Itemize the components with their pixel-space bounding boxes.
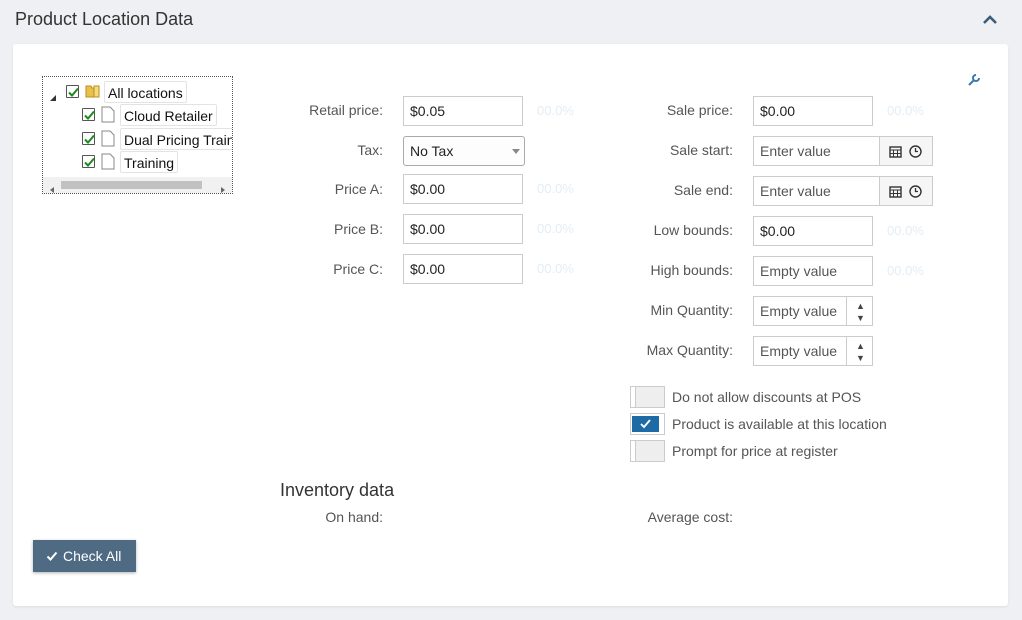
panel-title: Product Location Data — [15, 9, 194, 29]
check-all-button[interactable]: Check All — [33, 540, 136, 572]
panel-header: Product Location Data — [0, 0, 1022, 42]
sale-start-input[interactable]: Enter value — [753, 136, 880, 166]
tree-checkbox[interactable] — [82, 155, 95, 168]
min-quantity-value: Empty value — [760, 303, 838, 319]
tax-label: Tax: — [357, 142, 383, 158]
dropdown-arrow-icon — [512, 149, 520, 154]
price-c-percent: 00.0% — [537, 261, 574, 276]
increment-arrow-icon[interactable]: ▲ — [856, 302, 865, 311]
price-a-input[interactable]: $0.00 — [403, 174, 523, 204]
available-at-location-toggle[interactable] — [630, 413, 665, 435]
price-b-percent: 00.0% — [537, 221, 574, 236]
sale-start-label: Sale start: — [669, 142, 733, 158]
retail-price-percent: 00.0% — [537, 103, 574, 118]
file-icon — [101, 130, 115, 147]
decrement-arrow-icon[interactable]: ▼ — [856, 354, 865, 363]
retail-price-label: Retail price: — [309, 102, 383, 118]
tax-select[interactable]: No Tax — [403, 136, 525, 166]
tree-node[interactable]: Dual Pricing Training — [43, 128, 232, 150]
scrollbar-thumb[interactable] — [61, 181, 202, 189]
available-at-location-label: Product is available at this location — [672, 416, 887, 432]
high-bounds-label: High bounds: — [650, 262, 733, 278]
increment-arrow-icon[interactable]: ▲ — [856, 342, 865, 351]
calendar-icon[interactable] — [889, 185, 902, 198]
price-a-label: Price A: — [334, 181, 383, 197]
sale-start-picker: Enter value — [753, 136, 933, 166]
chevron-up-icon[interactable] — [980, 10, 1000, 30]
max-quantity-stepper[interactable]: Empty value ▲ ▼ — [753, 336, 873, 366]
tree-checkbox[interactable] — [82, 132, 95, 145]
low-bounds-label: Low bounds: — [653, 222, 733, 238]
folder-icon — [85, 83, 101, 99]
price-c-label: Price C: — [333, 261, 383, 277]
toggle-knob — [631, 387, 636, 407]
sale-start-picker-buttons — [879, 136, 933, 166]
tree-node-all-locations[interactable]: All locations — [43, 81, 232, 103]
product-location-panel: All locations Cloud Retailer Dual Pricin… — [13, 44, 1008, 606]
sale-price-input[interactable]: $0.00 — [753, 96, 873, 126]
file-icon — [101, 106, 115, 123]
tax-select-value: No Tax — [410, 143, 454, 159]
no-discounts-toggle[interactable] — [630, 386, 665, 408]
sale-price-label: Sale price: — [666, 102, 733, 118]
price-c-input[interactable]: $0.00 — [403, 254, 523, 284]
tree-item-label[interactable]: Dual Pricing Training — [120, 128, 232, 150]
high-bounds-percent: 00.0% — [887, 263, 924, 278]
price-b-label: Price B: — [333, 221, 383, 237]
min-quantity-stepper[interactable]: Empty value ▲ ▼ — [753, 296, 873, 326]
no-discounts-label: Do not allow discounts at POS — [672, 389, 862, 405]
average-cost-label: Average cost: — [647, 509, 733, 525]
sale-end-label: Sale end: — [673, 182, 733, 198]
min-quantity-label: Min Quantity: — [650, 302, 733, 318]
low-bounds-input[interactable]: $0.00 — [753, 216, 873, 246]
wrench-icon[interactable] — [968, 73, 980, 86]
toggle-knob — [632, 416, 659, 432]
max-quantity-label: Max Quantity: — [646, 342, 733, 358]
low-bounds-percent: 00.0% — [887, 223, 924, 238]
checkmark-icon — [46, 541, 58, 561]
tree-node[interactable]: Training — [43, 151, 232, 173]
tree-item-label[interactable]: Training — [120, 151, 179, 173]
prompt-price-toggle[interactable] — [630, 440, 665, 462]
prompt-price-label: Prompt for price at register — [672, 443, 838, 459]
clock-icon[interactable] — [909, 185, 922, 198]
calendar-icon[interactable] — [889, 145, 902, 158]
retail-price-input[interactable]: $0.05 — [403, 96, 523, 126]
sale-end-input[interactable]: Enter value — [753, 176, 880, 206]
tree-collapse-icon[interactable] — [49, 89, 57, 101]
tree-horizontal-scrollbar[interactable] — [43, 177, 232, 193]
max-quantity-value: Empty value — [760, 343, 838, 359]
max-quantity-spin-buttons[interactable]: ▲ ▼ — [846, 337, 872, 365]
scroll-right-arrow-icon[interactable] — [219, 181, 227, 193]
tree-root-label[interactable]: All locations — [104, 81, 187, 103]
on-hand-label: On hand: — [325, 509, 383, 525]
sale-price-percent: 00.0% — [887, 103, 924, 118]
decrement-arrow-icon[interactable]: ▼ — [856, 314, 865, 323]
high-bounds-input[interactable]: Empty value — [753, 256, 873, 286]
file-icon — [101, 153, 115, 170]
sale-end-picker: Enter value — [753, 176, 933, 206]
price-a-percent: 00.0% — [537, 181, 574, 196]
price-b-input[interactable]: $0.00 — [403, 214, 523, 244]
min-quantity-spin-buttons[interactable]: ▲ ▼ — [846, 297, 872, 325]
clock-icon[interactable] — [909, 145, 922, 158]
tree-node[interactable]: Cloud Retailer — [43, 104, 232, 126]
tree-item-label[interactable]: Cloud Retailer — [120, 104, 217, 126]
toggle-knob — [631, 441, 636, 461]
inventory-section-title: Inventory data — [280, 480, 395, 500]
tree-checkbox[interactable] — [82, 108, 95, 121]
scroll-left-arrow-icon[interactable] — [48, 181, 56, 193]
sale-end-picker-buttons — [879, 176, 933, 206]
location-tree: All locations Cloud Retailer Dual Pricin… — [42, 76, 233, 194]
tree-root-checkbox[interactable] — [66, 85, 79, 98]
check-all-label: Check All — [63, 548, 122, 564]
